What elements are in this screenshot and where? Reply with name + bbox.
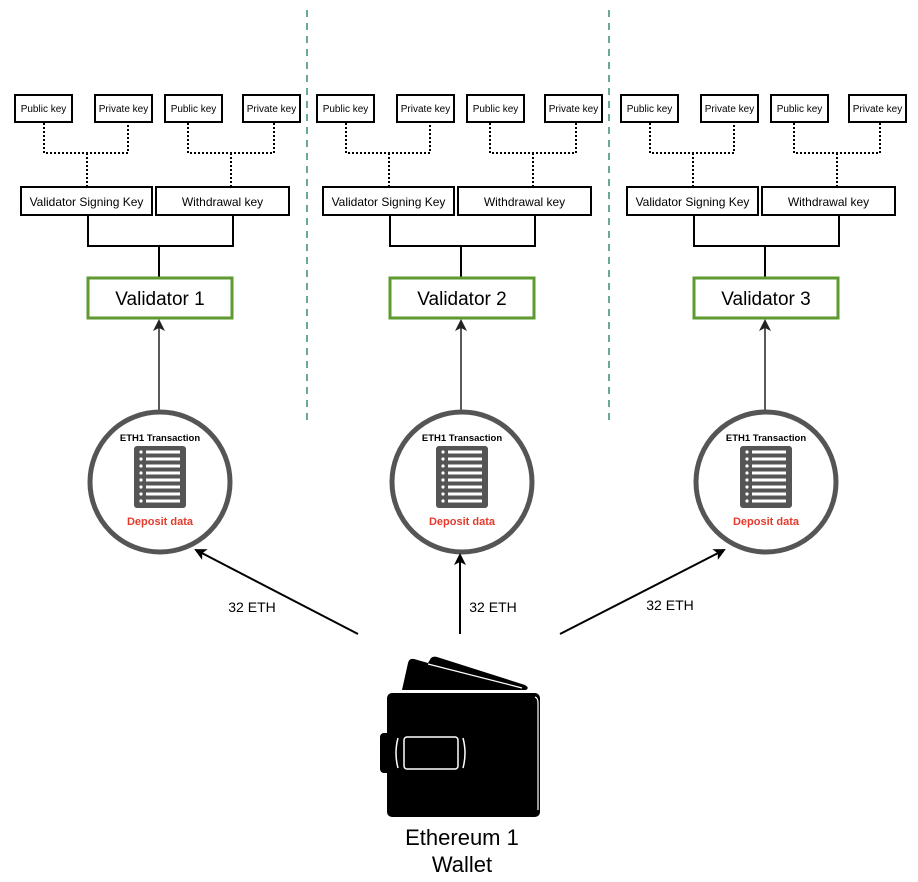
withdrawal-keypair-connector <box>187 123 275 187</box>
transaction-title: ETH1 Transaction <box>422 433 502 444</box>
transaction-title: ETH1 Transaction <box>120 433 200 444</box>
deposit-amount-label: 32 ETH <box>228 599 275 615</box>
wallet-label-line2: Wallet <box>432 852 492 877</box>
signing-key-label: Validator Signing Key <box>332 195 446 209</box>
withdrawal-keypair-connector <box>793 123 881 187</box>
withdrawal-key-label: Withdrawal key <box>484 195 565 209</box>
private-key-box-label: Private key <box>549 104 598 115</box>
keys-to-validator-connector <box>693 215 840 278</box>
validator-label: Validator 3 <box>721 289 810 310</box>
transaction-title: ETH1 Transaction <box>726 433 806 444</box>
private-key-box-label: Private key <box>99 104 148 115</box>
keys-to-validator-connector <box>87 215 234 278</box>
validator-label: Validator 2 <box>417 289 506 310</box>
validator-label: Validator 1 <box>115 289 204 310</box>
withdrawal-keypair-connector <box>489 123 577 187</box>
public-key-box-label: Public key <box>323 104 369 115</box>
deposit-data-label: Deposit data <box>733 516 800 528</box>
public-key-box-label: Public key <box>21 104 67 115</box>
private-key-box-label: Private key <box>247 104 296 115</box>
validator-column-1: Public key Private key Public key Private k… <box>14 94 301 555</box>
signing-keypair-connector <box>649 123 735 187</box>
public-key-box-label: Public key <box>627 104 673 115</box>
deposit-amount-label: 32 ETH <box>646 597 693 613</box>
public-key-box-label: Public key <box>777 104 823 115</box>
document-list-icon <box>740 446 792 508</box>
public-key-box-label: Public key <box>473 104 519 115</box>
document-list-icon <box>134 446 186 508</box>
keys-to-validator-connector <box>389 215 536 278</box>
private-key-box-label: Private key <box>705 104 754 115</box>
withdrawal-key-label: Withdrawal key <box>182 195 263 209</box>
validator-column-3: Public key Private key Public key Private k… <box>620 94 907 555</box>
wallet-label-line1: Ethereum 1 <box>405 825 519 850</box>
signing-keypair-connector <box>345 123 431 187</box>
deposit-data-label: Deposit data <box>429 516 496 528</box>
public-key-box-label: Public key <box>171 104 217 115</box>
deposit-arrow <box>194 549 359 635</box>
signing-key-label: Validator Signing Key <box>636 195 750 209</box>
deposit-amount-label: 32 ETH <box>469 599 516 615</box>
private-key-box-label: Private key <box>401 104 450 115</box>
withdrawal-key-label: Withdrawal key <box>788 195 869 209</box>
validator-column-2: Public key Private key Public key Private k… <box>316 94 603 555</box>
validator-deposit-diagram: Public key Private key Public key Private k… <box>14 10 907 877</box>
document-list-icon <box>436 446 488 508</box>
deposit-arrow <box>559 549 726 635</box>
wallet-icon <box>380 656 540 817</box>
signing-key-label: Validator Signing Key <box>30 195 144 209</box>
private-key-box-label: Private key <box>853 104 902 115</box>
deposit-data-label: Deposit data <box>127 516 194 528</box>
signing-keypair-connector <box>43 123 129 187</box>
